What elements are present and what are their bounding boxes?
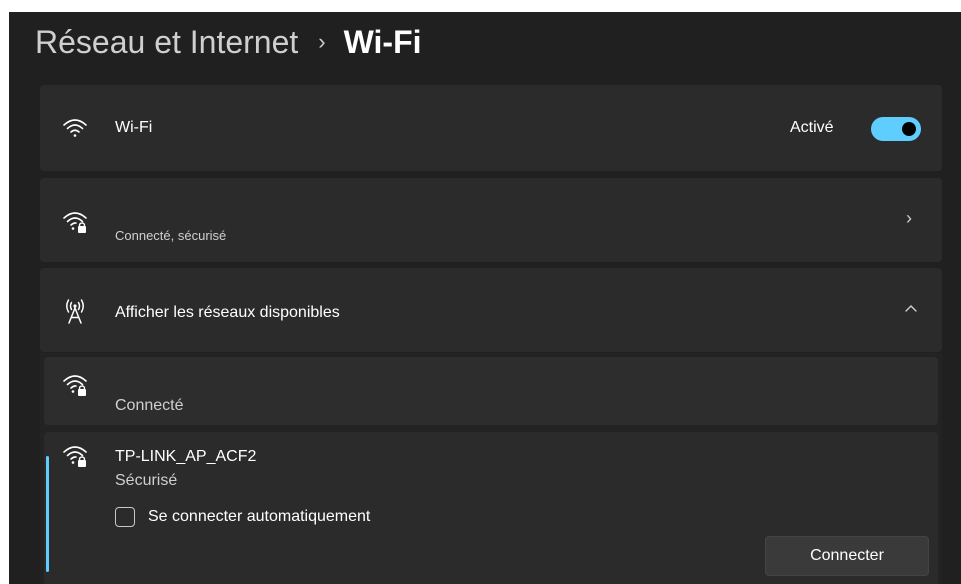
connect-button[interactable]: Connecter xyxy=(765,536,929,576)
wifi-lock-icon xyxy=(62,208,88,234)
auto-connect-label[interactable]: Se connecter automatiquement xyxy=(148,508,370,526)
available-networks-card[interactable]: Afficher les réseaux disponibles xyxy=(40,268,942,352)
auto-connect-checkbox[interactable] xyxy=(115,507,135,527)
page-title: Wi-Fi xyxy=(343,24,422,60)
wifi-lock-icon xyxy=(62,442,88,468)
wifi-label: Wi-Fi xyxy=(115,119,153,136)
network-status: Sécurisé xyxy=(115,472,178,489)
antenna-icon xyxy=(62,298,88,324)
wifi-toggle-card[interactable]: Wi-Fi Activé xyxy=(40,85,942,171)
chevron-up-icon xyxy=(902,300,920,318)
network-list: Connecté TP-LINK_AP_ACF2 Sécurisé Se con… xyxy=(40,353,942,584)
network-item-tp-link[interactable]: TP-LINK_AP_ACF2 Sécurisé Se connecter au… xyxy=(44,432,938,584)
selection-indicator xyxy=(46,456,49,572)
wifi-icon xyxy=(62,115,88,141)
network-status: Connecté xyxy=(115,397,184,414)
wifi-toggle-switch[interactable] xyxy=(871,117,921,141)
wifi-lock-icon xyxy=(62,371,88,397)
breadcrumb: Réseau et Internet › Wi-Fi xyxy=(35,22,422,62)
connected-network-card[interactable]: Connecté, sécurisé › xyxy=(40,178,942,262)
toggle-knob xyxy=(902,122,916,136)
network-item-connected[interactable]: Connecté xyxy=(44,357,938,425)
breadcrumb-parent[interactable]: Réseau et Internet xyxy=(35,22,298,62)
wifi-toggle-state: Activé xyxy=(790,119,834,136)
chevron-right-icon: › xyxy=(906,208,912,228)
breadcrumb-separator-icon: › xyxy=(318,29,326,54)
available-networks-label: Afficher les réseaux disponibles xyxy=(115,304,340,321)
settings-window: Réseau et Internet › Wi-Fi Wi-Fi Activé xyxy=(9,12,961,584)
connected-status: Connecté, sécurisé xyxy=(115,228,227,243)
network-name: TP-LINK_AP_ACF2 xyxy=(115,448,257,465)
